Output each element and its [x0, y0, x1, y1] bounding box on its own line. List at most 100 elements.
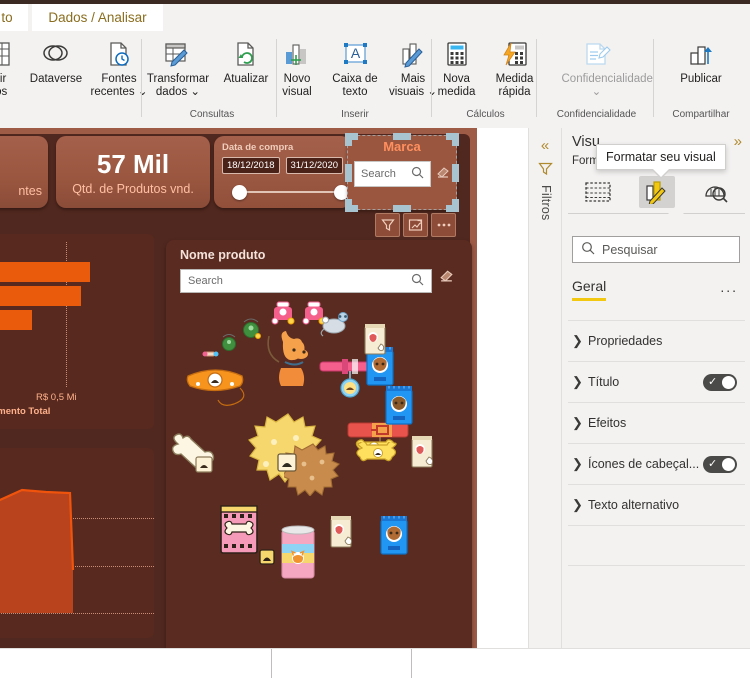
- date-start-input[interactable]: 18/12/2018: [222, 157, 280, 174]
- format-row-efeitos[interactable]: ❯ Efeitos: [568, 402, 745, 443]
- chevron-right-icon: ❯: [572, 374, 583, 389]
- analytics-icon[interactable]: [698, 176, 734, 208]
- product-thumb-cream-bag[interactable]: [362, 322, 388, 356]
- magnifier-icon[interactable]: [411, 273, 424, 289]
- product-thumb-blue-bag[interactable]: [378, 514, 410, 556]
- ribbon-item-publicar[interactable]: Publicar: [659, 31, 744, 86]
- magnifier-icon[interactable]: [411, 166, 424, 182]
- date-range-slider[interactable]: [222, 183, 349, 201]
- svg-text:A: A: [351, 45, 361, 61]
- format-row-titulo[interactable]: ❯ Título ✓: [568, 361, 745, 402]
- work-area: ntes 57 Mil Qtd. de Produtos vnd. Data d…: [0, 128, 750, 678]
- format-row-icones-cabecalho-toggle[interactable]: ✓: [703, 455, 737, 473]
- slicer-marca-title: Marca: [383, 139, 421, 154]
- ribbon-item-confidencialidade[interactable]: Confidencialidade ⌄: [542, 31, 653, 99]
- product-thumb-pink-toy[interactable]: [268, 300, 298, 330]
- format-search-input[interactable]: Pesquisar: [572, 236, 740, 263]
- area-chart-trend[interactable]: jul 2020: [0, 448, 154, 638]
- ribbon-group-dados: erir dos Dataverse: [0, 31, 152, 128]
- slicer-marca-search-input[interactable]: Search: [354, 161, 431, 187]
- product-thumb-tag[interactable]: [276, 451, 298, 473]
- bar-chart-bar[interactable]: [0, 262, 90, 282]
- slicer-data-de-compra[interactable]: Data de compra 18/12/2018 31/12/2020: [214, 136, 351, 208]
- magnifier-icon: [581, 241, 595, 258]
- more-options-icon[interactable]: ...: [720, 279, 738, 295]
- format-tab-geral[interactable]: Geral ...: [572, 278, 740, 308]
- nome-produto-search-input[interactable]: Search: [180, 269, 432, 293]
- product-thumb-bone[interactable]: [166, 432, 222, 474]
- ribbon-item-novo-visual-label: Novo visual: [282, 73, 312, 98]
- eraser-icon[interactable]: [436, 165, 450, 184]
- product-thumb-green-toy[interactable]: [219, 332, 239, 354]
- focus-mode-icon[interactable]: [403, 213, 428, 237]
- product-thumb-cream-bag[interactable]: [409, 434, 437, 470]
- date-end-value: 31/12/2020: [290, 160, 339, 171]
- format-row-propriedades[interactable]: ❯ Propriedades: [568, 320, 745, 361]
- filters-rail-label[interactable]: Filtros: [539, 185, 553, 220]
- ribbon-item-caixa-de-texto-label: Caixa de texto: [332, 73, 378, 98]
- quick-measure-icon: [501, 38, 529, 70]
- kpi-card-qtd-produtos[interactable]: 57 Mil Qtd. de Produtos vnd.: [56, 136, 210, 208]
- more-options-icon[interactable]: [431, 213, 456, 237]
- date-end-input[interactable]: 31/12/2020: [285, 157, 343, 174]
- ribbon-item-novo-visual[interactable]: Novo visual: [268, 31, 326, 99]
- ribbon-item-nova-medida[interactable]: Nova medida: [428, 31, 486, 99]
- format-row-texto-alternativo[interactable]: ❯ Texto alternativo: [568, 484, 745, 525]
- ribbon-tab-strip: to Dados / Analisar: [0, 0, 750, 31]
- format-row-titulo-toggle[interactable]: ✓: [703, 373, 737, 391]
- product-thumb-blue-bag[interactable]: [383, 384, 415, 426]
- product-thumb-pink-bag[interactable]: [218, 504, 260, 556]
- kpi-card-clientes[interactable]: ntes: [0, 136, 48, 208]
- format-visual-icon[interactable]: [638, 176, 675, 208]
- area-chart-plot: [0, 488, 75, 613]
- tab-dados-analisar[interactable]: Dados / Analisar: [32, 4, 163, 31]
- product-thumb-dog[interactable]: [261, 328, 319, 390]
- toggle-knob: [722, 375, 735, 389]
- product-image-grid: [166, 301, 472, 658]
- dataverse-icon: [41, 38, 71, 70]
- bar-chart-bar[interactable]: [0, 310, 32, 330]
- filter-funnel-icon[interactable]: [529, 161, 561, 181]
- ribbon-item-confidencialidade-label: Confidencialidade ⌄: [561, 73, 653, 98]
- ribbon-item-caixa-de-texto[interactable]: A Caixa de texto: [326, 31, 384, 99]
- format-row-icones-cabecalho[interactable]: ❯ Ícones de cabeçal... ✓: [568, 443, 745, 484]
- slicer-marca[interactable]: Marca Search: [347, 135, 457, 210]
- product-thumb-mouse-toy[interactable]: [318, 310, 352, 338]
- filter-icon[interactable]: [375, 213, 400, 237]
- kpi-card-qtd-produtos-value: 57 Mil: [96, 148, 170, 179]
- report-canvas[interactable]: ntes 57 Mil Qtd. de Produtos vnd. Data d…: [0, 128, 477, 674]
- sensitivity-icon: [581, 38, 613, 70]
- chevron-double-left-icon[interactable]: «: [529, 137, 561, 154]
- format-tab-geral-label: Geral: [572, 278, 607, 301]
- product-thumb-yellow-bone[interactable]: [352, 442, 404, 470]
- build-visual-icon[interactable]: [580, 176, 616, 208]
- product-thumb-cream-bag[interactable]: [328, 514, 356, 550]
- ribbon-item-fontes-recentes-label: Fontes recentes ⌄: [90, 73, 148, 98]
- product-thumb-green-toy[interactable]: [240, 317, 262, 341]
- eraser-icon[interactable]: [439, 268, 454, 288]
- ribbon-group-calculos: Nova medida Medida rápida Cálculos: [435, 31, 536, 128]
- table-insert-icon: [0, 38, 11, 70]
- bar-chart-bar[interactable]: [0, 286, 81, 306]
- ribbon-item-medida-rapida[interactable]: Medida rápida: [486, 31, 544, 99]
- bar-chart-faturamento[interactable]: R$ 0,5 Mi amento Total: [0, 234, 154, 429]
- ribbon-item-fontes-recentes[interactable]: Fontes recentes ⌄: [85, 31, 153, 99]
- chevron-right-icon: ❯: [572, 456, 583, 471]
- product-thumb-small-tag[interactable]: [258, 548, 276, 566]
- product-thumb-small-toy[interactable]: [202, 346, 220, 362]
- slider-handle-start[interactable]: [232, 185, 247, 200]
- visual-nome-produto[interactable]: Nome produto Search: [166, 240, 472, 658]
- ribbon-item-transformar-dados[interactable]: Transformar dados ⌄: [144, 31, 212, 99]
- kpi-card-clientes-caption: ntes: [18, 184, 42, 198]
- bar-chart-axis-title: amento Total: [0, 406, 51, 417]
- ribbon-group-calculos-name: Cálculos: [466, 109, 505, 120]
- product-thumb-cat-can[interactable]: [278, 524, 318, 580]
- format-row-spacer: [568, 525, 745, 566]
- tab-partial[interactable]: to: [0, 4, 28, 31]
- tooltip-text: Formatar seu visual: [606, 150, 716, 164]
- chevron-double-right-icon[interactable]: »: [734, 133, 742, 150]
- ribbon-item-dataverse[interactable]: Dataverse: [27, 31, 85, 86]
- format-row-icones-cabecalho-label: Ícones de cabeçal...: [588, 457, 700, 471]
- product-thumb-orange-collar[interactable]: [184, 364, 250, 414]
- ribbon-item-inserir-dados[interactable]: erir dos: [0, 31, 27, 99]
